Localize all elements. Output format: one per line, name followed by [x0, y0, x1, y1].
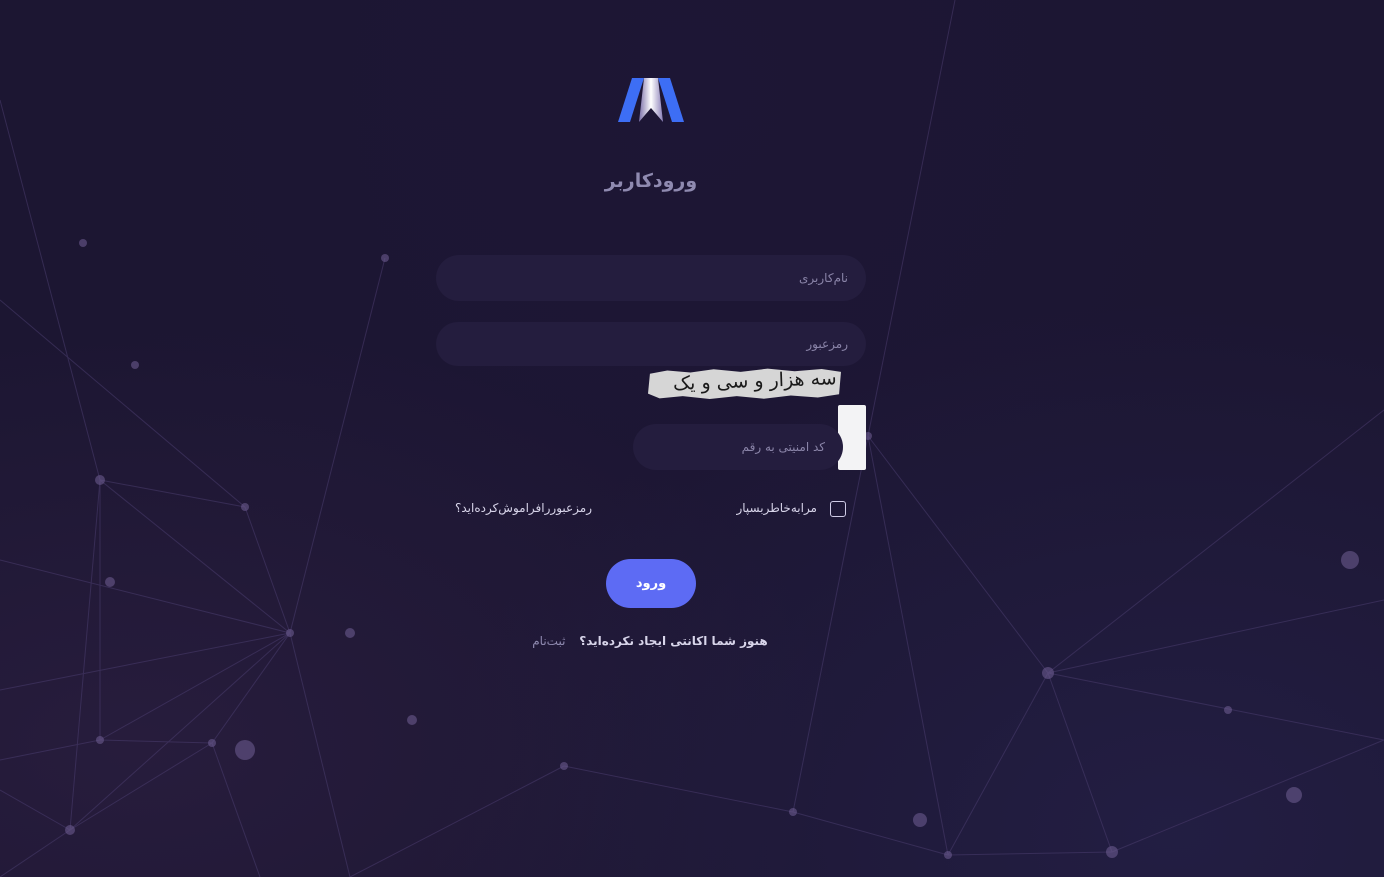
remember-me[interactable]: مرابه‌خاطربسپار [736, 498, 850, 522]
brand-logo [618, 78, 684, 122]
forgot-password-link[interactable]: رمزعبوررافراموش‌کرده‌اید؟ [455, 501, 592, 515]
signup-question: هنوز شما اکانتی ایجاد نکرده‌اید؟ [579, 634, 768, 648]
login-button[interactable]: ورود [606, 559, 696, 608]
page-title: ورودکاربر [604, 170, 698, 192]
username-field[interactable] [436, 255, 866, 301]
password-field[interactable] [436, 322, 866, 366]
remember-checkbox[interactable] [830, 501, 846, 517]
captcha-input[interactable] [633, 424, 843, 470]
captcha-field[interactable] [633, 424, 843, 470]
captcha-image: سه هزار و سی و یک [648, 368, 841, 400]
username-input[interactable] [436, 255, 866, 301]
password-input[interactable] [436, 322, 866, 366]
signup-prompt: هنوز شما اکانتی ایجاد نکرده‌اید؟ ثبت‌نام [530, 634, 770, 648]
remember-label: مرابه‌خاطربسپار [736, 501, 817, 515]
login-page: ورودکاربر سه هزار و سی و یک مرابه‌خاطربس… [0, 0, 1384, 877]
captcha-text: سه هزار و سی و یک [672, 367, 838, 395]
signup-link[interactable]: ثبت‌نام [532, 634, 565, 648]
